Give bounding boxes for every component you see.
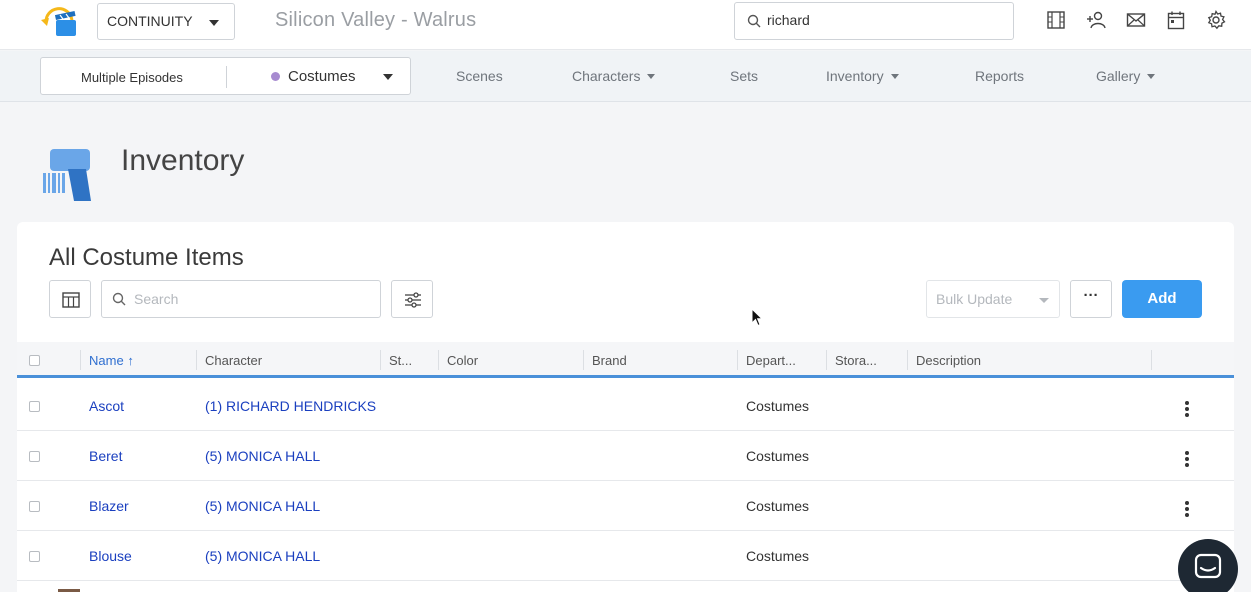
table-row[interactable]: Ascot (1) RICHARD HENDRICKS Costumes bbox=[17, 381, 1234, 431]
chevron-down-icon bbox=[890, 74, 899, 79]
settings-icon[interactable] bbox=[1206, 10, 1226, 30]
nav-scenes-label: Scenes bbox=[456, 68, 503, 84]
row-checkbox[interactable] bbox=[29, 451, 40, 462]
sliders-icon bbox=[405, 292, 421, 308]
global-search-input[interactable] bbox=[767, 12, 997, 28]
row-menu-icon[interactable] bbox=[1185, 401, 1189, 417]
item-name-link[interactable]: Ascot bbox=[89, 398, 124, 414]
barcode-scanner-icon bbox=[43, 149, 91, 201]
chat-icon bbox=[1194, 553, 1222, 579]
row-checkbox[interactable] bbox=[29, 401, 40, 412]
column-separator bbox=[380, 350, 381, 370]
column-header-character[interactable]: Character bbox=[205, 353, 262, 368]
mouse-cursor-icon bbox=[751, 308, 763, 327]
chevron-down-icon[interactable] bbox=[383, 74, 393, 80]
column-separator bbox=[907, 350, 908, 370]
mail-icon[interactable] bbox=[1126, 10, 1146, 30]
column-header-brand[interactable]: Brand bbox=[592, 353, 627, 368]
divider bbox=[226, 66, 227, 88]
column-header-department[interactable]: Depart... bbox=[746, 353, 796, 368]
chevron-down-icon bbox=[209, 20, 219, 26]
department-cell: Costumes bbox=[746, 548, 810, 564]
column-separator bbox=[438, 350, 439, 370]
column-separator bbox=[826, 350, 827, 370]
nav-sets[interactable]: Sets bbox=[730, 68, 758, 84]
main-nav: Multiple Episodes Costumes Scenes Charac… bbox=[0, 51, 1251, 102]
nav-characters-label: Characters bbox=[572, 68, 641, 84]
table-row[interactable]: Blazer (5) MONICA HALL Costumes bbox=[17, 481, 1234, 531]
bulk-update-select[interactable]: Bulk Update bbox=[926, 280, 1060, 318]
table-search[interactable] bbox=[101, 280, 381, 318]
department-cell: Costumes bbox=[746, 448, 810, 464]
column-header-name[interactable]: Name ↑ bbox=[89, 353, 134, 368]
department-selector[interactable]: Costumes bbox=[288, 68, 356, 85]
select-all-checkbox[interactable] bbox=[29, 355, 40, 366]
column-header-status[interactable]: St... bbox=[389, 353, 412, 368]
department-color-dot bbox=[271, 72, 280, 81]
chevron-down-icon bbox=[1039, 298, 1049, 303]
top-bar: CONTINUITY Silicon Valley - Walrus bbox=[0, 0, 1251, 50]
column-separator bbox=[737, 350, 738, 370]
nav-inventory[interactable]: Inventory bbox=[826, 68, 899, 84]
project-select[interactable]: CONTINUITY bbox=[97, 3, 235, 40]
card-title: All Costume Items bbox=[49, 244, 244, 271]
table-header: Name ↑ Character St... Color Brand Depar… bbox=[17, 342, 1234, 378]
column-header-description[interactable]: Description bbox=[916, 353, 981, 368]
nav-characters[interactable]: Characters bbox=[572, 68, 656, 84]
chevron-down-icon bbox=[1147, 74, 1156, 79]
row-menu-icon[interactable] bbox=[1185, 451, 1189, 467]
nav-scenes[interactable]: Scenes bbox=[456, 68, 503, 84]
chat-launcher-button[interactable] bbox=[1178, 539, 1238, 592]
episodes-selector[interactable]: Multiple Episodes bbox=[81, 70, 183, 85]
add-button[interactable]: Add bbox=[1122, 280, 1202, 318]
row-checkbox[interactable] bbox=[29, 551, 40, 562]
nav-reports[interactable]: Reports bbox=[975, 68, 1024, 84]
item-name-link[interactable]: Blazer bbox=[89, 498, 129, 514]
column-separator bbox=[196, 350, 197, 370]
nav-reports-label: Reports bbox=[975, 68, 1025, 84]
more-actions-button[interactable]: ··· bbox=[1070, 280, 1112, 318]
table-search-input[interactable] bbox=[134, 291, 364, 307]
nav-gallery-label: Gallery bbox=[1096, 68, 1141, 84]
column-name-label: Name bbox=[89, 353, 124, 368]
show-title: Silicon Valley - Walrus bbox=[275, 9, 477, 31]
character-link[interactable]: (5) MONICA HALL bbox=[205, 448, 320, 464]
inventory-card: All Costume Items Bulk Update ··· Add bbox=[17, 222, 1234, 592]
column-separator bbox=[583, 350, 584, 370]
columns-icon bbox=[62, 292, 80, 308]
table-row[interactable]: Beret (5) MONICA HALL Costumes bbox=[17, 431, 1234, 481]
sort-ascending-icon: ↑ bbox=[127, 353, 134, 368]
search-icon bbox=[747, 14, 761, 28]
character-link[interactable]: (5) MONICA HALL bbox=[205, 548, 320, 564]
column-header-color[interactable]: Color bbox=[447, 353, 478, 368]
character-link[interactable]: (5) MONICA HALL bbox=[205, 498, 320, 514]
nav-sets-label: Sets bbox=[730, 68, 759, 84]
film-icon[interactable] bbox=[1046, 10, 1066, 30]
column-separator bbox=[1151, 350, 1152, 370]
filter-button[interactable] bbox=[391, 280, 433, 318]
bulk-update-label: Bulk Update bbox=[936, 291, 1013, 307]
department-cell: Costumes bbox=[746, 498, 810, 514]
project-select-label: CONTINUITY bbox=[107, 13, 193, 29]
chevron-down-icon bbox=[647, 74, 656, 79]
search-icon bbox=[112, 292, 126, 306]
page-title: Inventory bbox=[121, 144, 245, 177]
item-name-link[interactable]: Blouse bbox=[89, 548, 132, 564]
row-menu-icon[interactable] bbox=[1185, 501, 1189, 517]
nav-gallery[interactable]: Gallery bbox=[1096, 68, 1156, 84]
calendar-icon[interactable] bbox=[1166, 10, 1186, 30]
app-logo-icon[interactable] bbox=[38, 2, 80, 40]
column-header-storage[interactable]: Stora... bbox=[835, 353, 877, 368]
character-link[interactable]: (1) RICHARD HENDRICKS bbox=[205, 398, 376, 414]
scope-selector[interactable]: Multiple Episodes Costumes bbox=[40, 57, 411, 95]
global-search[interactable] bbox=[734, 2, 1014, 40]
nav-inventory-label: Inventory bbox=[826, 68, 884, 84]
department-cell: Costumes bbox=[746, 398, 810, 414]
item-name-link[interactable]: Beret bbox=[89, 448, 122, 464]
table-row[interactable]: Blouse (5) MONICA HALL Costumes bbox=[17, 531, 1234, 581]
column-separator bbox=[80, 350, 81, 370]
column-chooser-button[interactable] bbox=[49, 280, 91, 318]
row-checkbox[interactable] bbox=[29, 501, 40, 512]
add-person-icon[interactable] bbox=[1086, 10, 1106, 30]
